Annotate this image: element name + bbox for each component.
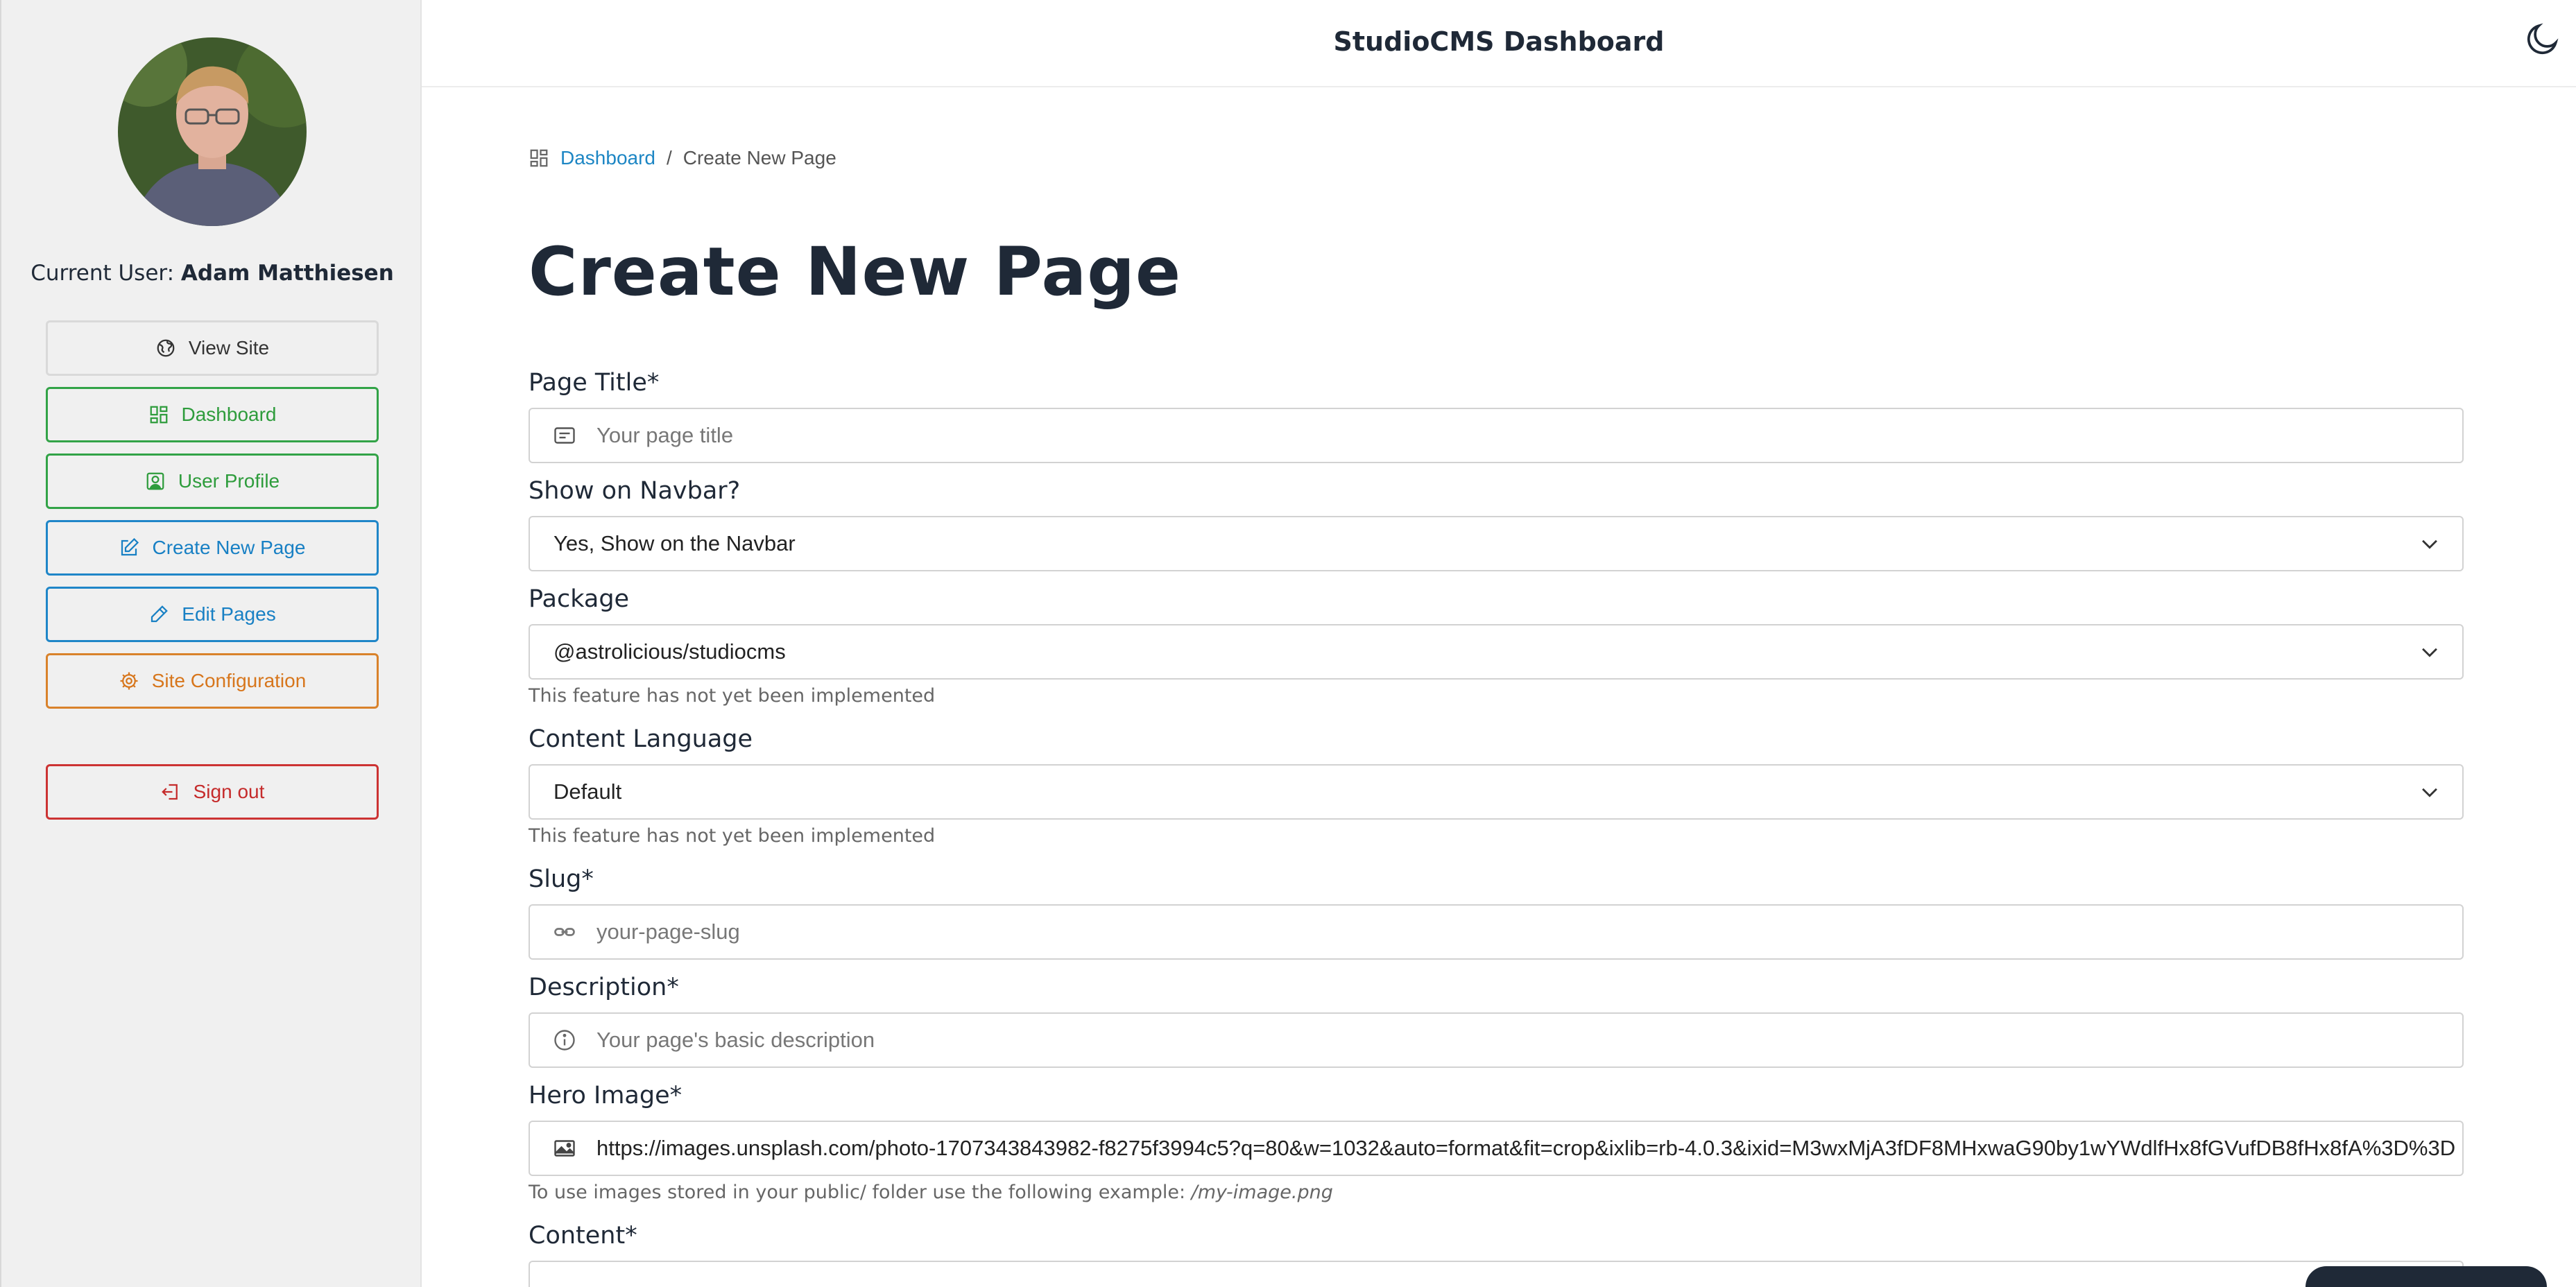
- package-label: Package: [529, 585, 630, 613]
- dashboard-icon: [150, 406, 167, 424]
- image-icon: [554, 1140, 575, 1157]
- hero-image-hint-example: /my-image.png: [1191, 1182, 1333, 1203]
- slug-label-text: Slug: [529, 865, 582, 893]
- content-label: Content*: [529, 1222, 637, 1250]
- dashboard-button[interactable]: Dashboard: [46, 387, 379, 442]
- hero-image-hint: To use images stored in your public/ fol…: [529, 1182, 1333, 1203]
- text-box-icon: [554, 427, 575, 444]
- link-icon: [554, 928, 575, 936]
- page-title-input[interactable]: Your page title: [529, 408, 2464, 463]
- description-label: Description*: [529, 974, 679, 1001]
- avatar: [118, 37, 307, 226]
- required-mark: *: [667, 974, 679, 1001]
- current-user: Current User: Adam Matthiesen: [1, 261, 423, 286]
- floating-toolbar[interactable]: [2305, 1266, 2547, 1287]
- site-configuration-button[interactable]: Site Configuration: [46, 653, 379, 709]
- current-user-name: Adam Matthiesen: [180, 261, 394, 286]
- page-title-placeholder: Your page title: [596, 423, 734, 447]
- dashboard-label: Dashboard: [181, 404, 277, 425]
- hero-image-label: Hero Image*: [529, 1082, 682, 1109]
- content-language-hint: This feature has not yet been implemente…: [529, 825, 936, 847]
- required-mark: *: [625, 1222, 637, 1250]
- sign-out-button[interactable]: Sign out: [46, 764, 379, 820]
- create-new-page-button[interactable]: Create New Page: [46, 520, 379, 576]
- package-hint: This feature has not yet been implemente…: [529, 685, 936, 707]
- package-select[interactable]: @astrolicious/studiocms: [529, 624, 2464, 680]
- show-on-navbar-label: Show on Navbar?: [529, 477, 741, 505]
- description-placeholder: Your page's basic description: [596, 1028, 875, 1052]
- required-mark: *: [646, 369, 660, 397]
- page-title-label-text: Page Title: [529, 369, 647, 397]
- page-title-label: Page Title*: [529, 369, 659, 397]
- show-on-navbar-value: Yes, Show on the Navbar: [553, 531, 796, 555]
- chevron-down-icon: [2422, 648, 2437, 657]
- chevron-down-icon: [2422, 788, 2437, 797]
- content-language-label: Content Language: [529, 725, 753, 753]
- edit-pages-button[interactable]: Edit Pages: [46, 587, 379, 642]
- required-mark: *: [669, 1082, 682, 1109]
- hero-image-hint-text: To use images stored in your public/ fol…: [529, 1182, 1186, 1203]
- content-editor[interactable]: [529, 1261, 2464, 1287]
- content-label-text: Content: [529, 1222, 626, 1250]
- content-language-value: Default: [553, 779, 622, 804]
- hero-image-label-text: Hero Image: [529, 1082, 670, 1109]
- pencil-icon: [151, 605, 169, 623]
- page-title: Create New Page: [529, 233, 1182, 311]
- user-avatar-image: [118, 37, 307, 226]
- breadcrumb-current: Create New Page: [682, 147, 836, 169]
- user-profile-button[interactable]: User Profile: [46, 454, 379, 509]
- globe-icon: [157, 339, 175, 357]
- app-title: StudioCMS Dashboard: [1333, 26, 1665, 57]
- current-user-prefix: Current User:: [31, 261, 175, 286]
- description-label-text: Description: [529, 974, 667, 1001]
- required-mark: *: [581, 865, 594, 893]
- user-square-icon: [146, 472, 164, 490]
- sidebar: Current User: Adam Matthiesen View Site …: [0, 0, 422, 1287]
- site-configuration-label: Site Configuration: [151, 670, 307, 691]
- breadcrumb-dashboard-link[interactable]: Dashboard: [560, 147, 655, 169]
- hero-image-input[interactable]: https://images.unsplash.com/photo-170734…: [529, 1121, 2464, 1176]
- slug-input[interactable]: your-page-slug: [529, 904, 2464, 960]
- view-site-button[interactable]: View Site: [46, 320, 379, 376]
- breadcrumb: Dashboard / Create New Page: [529, 147, 836, 169]
- hero-image-value: https://images.unsplash.com/photo-170734…: [596, 1136, 2455, 1160]
- user-profile-label: User Profile: [178, 470, 280, 492]
- view-site-label: View Site: [188, 337, 270, 359]
- sign-out-label: Sign out: [193, 781, 265, 802]
- top-bar: StudioCMS Dashboard: [422, 0, 2576, 87]
- chevron-down-icon: [2422, 539, 2437, 549]
- breadcrumb-separator: /: [666, 147, 672, 169]
- info-icon: [554, 1030, 575, 1051]
- show-on-navbar-select[interactable]: Yes, Show on the Navbar: [529, 516, 2464, 571]
- slug-label: Slug*: [529, 865, 594, 893]
- edit-pages-label: Edit Pages: [182, 603, 276, 625]
- slug-placeholder: your-page-slug: [596, 919, 740, 944]
- content-language-select[interactable]: Default: [529, 764, 2464, 820]
- edit-square-icon: [121, 537, 139, 556]
- sign-out-icon: [161, 784, 178, 800]
- create-new-page-label: Create New Page: [152, 537, 306, 558]
- gear-icon: [120, 672, 138, 690]
- description-input[interactable]: Your page's basic description: [529, 1012, 2464, 1068]
- moon-icon[interactable]: [2523, 19, 2562, 58]
- package-value: @astrolicious/studiocms: [553, 639, 786, 664]
- dashboard-icon: [530, 149, 548, 167]
